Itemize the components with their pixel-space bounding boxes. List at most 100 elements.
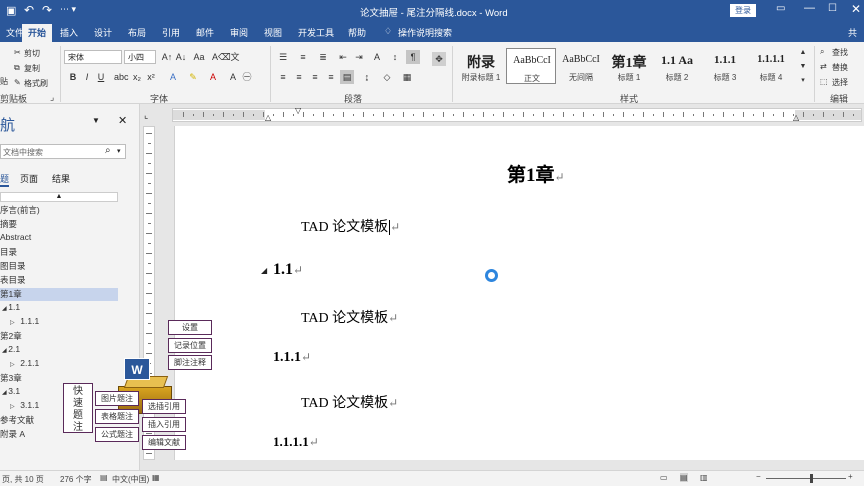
- sort-icon[interactable]: ↕: [388, 50, 402, 64]
- doc-heading-1[interactable]: 第1章↵: [507, 160, 565, 187]
- select-icon[interactable]: ⬚: [820, 77, 828, 86]
- tab-developer[interactable]: 开发工具: [298, 26, 334, 39]
- save-icon[interactable]: ▣: [6, 4, 16, 17]
- collapse-heading-icon[interactable]: ◢: [261, 266, 267, 275]
- tab-selector-icon[interactable]: ⌞: [144, 110, 148, 121]
- select-cite-button[interactable]: 选插引用: [142, 399, 186, 414]
- grow-font-icon[interactable]: A↑: [160, 50, 174, 64]
- nav-item[interactable]: ▷ 1.1.1: [0, 316, 118, 329]
- select-button[interactable]: 选择: [832, 77, 848, 88]
- nav-item[interactable]: 目录: [0, 246, 118, 259]
- bullets-icon[interactable]: ☰: [276, 50, 290, 64]
- word-count[interactable]: 276 个字: [60, 474, 92, 485]
- nav-tab-pages[interactable]: 页面: [20, 172, 38, 185]
- cut-icon[interactable]: ✂: [14, 48, 21, 57]
- format-painter-button[interactable]: 格式刷: [24, 78, 48, 89]
- expand-right-icon[interactable]: ▷: [10, 404, 16, 410]
- doc-body-2[interactable]: TAD 论文模板↵: [301, 307, 398, 327]
- style-heading-3[interactable]: 1.1.1 标题 3: [700, 48, 750, 84]
- zoom-out-icon[interactable]: −: [756, 472, 761, 481]
- borders-icon[interactable]: ▦: [400, 70, 414, 84]
- underline-icon[interactable]: U: [94, 70, 108, 84]
- chinese-layout-icon[interactable]: A: [370, 50, 384, 64]
- tab-home[interactable]: 开始: [22, 24, 53, 42]
- style-heading-1[interactable]: 第1章 标题 1: [604, 48, 654, 84]
- horizontal-ruler[interactable]: ▽ △ △: [172, 106, 862, 122]
- tab-mailings[interactable]: 邮件: [196, 26, 214, 39]
- replace-icon[interactable]: ⇄: [820, 62, 827, 71]
- hanging-indent-icon[interactable]: △: [265, 113, 271, 122]
- replace-button[interactable]: 替换: [832, 62, 848, 73]
- format-painter-icon[interactable]: ✎: [14, 78, 21, 87]
- find-button[interactable]: 查找: [832, 47, 848, 58]
- nav-collapse-bar[interactable]: ▲: [0, 192, 118, 202]
- first-line-indent-icon[interactable]: ▽: [295, 106, 301, 115]
- distributed-icon[interactable]: ▤: [340, 70, 354, 84]
- doc-body-3[interactable]: TAD 论文模板↵: [301, 392, 398, 412]
- nav-item[interactable]: 第1章: [0, 288, 118, 301]
- footnote-note-button[interactable]: 脚注注释: [168, 355, 212, 370]
- nav-item[interactable]: 摘要: [0, 218, 118, 231]
- zoom-slider-thumb[interactable]: [810, 474, 813, 483]
- proofing-icon[interactable]: ▤: [100, 473, 108, 482]
- customize-toolbar-icon[interactable]: ⋯ ▾: [60, 4, 76, 15]
- show-marks-icon[interactable]: ¶: [406, 50, 420, 64]
- web-layout-icon[interactable]: ▥: [700, 473, 708, 482]
- record-position-button[interactable]: 记录位置: [168, 338, 212, 353]
- clipboard-launcher-icon[interactable]: ⌟: [50, 92, 54, 103]
- clear-format-icon[interactable]: A⌫: [212, 50, 231, 64]
- increase-indent-icon[interactable]: ⇥: [352, 50, 366, 64]
- font-size-select[interactable]: 小四: [124, 50, 156, 64]
- paste-label-stub[interactable]: 贴: [0, 76, 8, 87]
- styles-more-icon[interactable]: ▾: [796, 74, 810, 88]
- tab-help[interactable]: 帮助: [348, 26, 366, 39]
- style-no-spacing[interactable]: AaBbCcI 无间隔: [556, 48, 606, 84]
- shrink-font-icon[interactable]: A↓: [174, 50, 188, 64]
- doc-heading-4[interactable]: 1.1.1.1↵: [273, 434, 319, 450]
- tab-insert[interactable]: 插入: [60, 26, 78, 39]
- line-spacing-icon[interactable]: ↨: [360, 70, 374, 84]
- login-button[interactable]: 登录: [730, 4, 756, 17]
- nav-item[interactable]: ◢ 1.1: [0, 302, 118, 315]
- figure-caption-button[interactable]: 图片题注: [95, 391, 139, 406]
- italic-icon[interactable]: I: [80, 70, 94, 84]
- strikethrough-icon[interactable]: abc: [114, 70, 129, 84]
- tab-design[interactable]: 设计: [94, 26, 112, 39]
- subscript-icon[interactable]: x₂: [130, 70, 144, 84]
- close-icon[interactable]: ✕: [851, 2, 861, 16]
- equation-caption-button[interactable]: 公式题注: [95, 427, 139, 442]
- minimize-icon[interactable]: —: [804, 2, 815, 14]
- bold-icon[interactable]: B: [66, 70, 80, 84]
- nav-tab-results[interactable]: 结果: [52, 172, 70, 185]
- nav-item[interactable]: 第2章: [0, 330, 118, 343]
- font-name-select[interactable]: 宋体: [64, 50, 122, 64]
- char-shading-icon[interactable]: A: [226, 70, 240, 84]
- styles-scroll-down-icon[interactable]: ▼: [796, 60, 810, 74]
- share-button[interactable]: 共: [848, 26, 857, 39]
- doc-body-1[interactable]: TAD 论文模板 ↵: [301, 216, 400, 236]
- ribbon-display-icon[interactable]: ▭: [776, 3, 785, 14]
- style-normal[interactable]: AaBbCcI 正文: [506, 48, 556, 84]
- enclose-char-icon[interactable]: ㊀: [240, 70, 254, 84]
- edit-refs-button[interactable]: 编辑文献: [142, 435, 186, 450]
- copy-button[interactable]: 复制: [24, 63, 40, 74]
- nav-item[interactable]: 第3章: [0, 372, 118, 385]
- cut-button[interactable]: 剪切: [24, 48, 40, 59]
- nav-item[interactable]: 图目录: [0, 260, 118, 273]
- redo-icon[interactable]: ↷: [42, 3, 52, 17]
- numbering-icon[interactable]: ≡: [296, 50, 310, 64]
- multilevel-icon[interactable]: ≣: [316, 50, 330, 64]
- justify-icon[interactable]: ≡: [324, 70, 338, 84]
- settings-button[interactable]: 设置: [168, 320, 212, 335]
- nav-search-box[interactable]: 文档中搜索 ⌕ ▾: [0, 144, 126, 159]
- nav-item[interactable]: ▷ 2.1.1: [0, 358, 118, 371]
- search-icon[interactable]: ⌕: [105, 145, 111, 156]
- doc-heading-2[interactable]: 1.1↵: [273, 261, 303, 279]
- nav-options-icon[interactable]: ▼: [92, 116, 100, 125]
- document-page[interactable]: 第1章↵ TAD 论文模板 ↵ ◢ 1.1↵ TAD 论文模板↵ 1.1.1↵ T…: [174, 126, 864, 460]
- style-appendix-title[interactable]: 附录 附录标题 1: [456, 48, 506, 84]
- quick-caption-button[interactable]: 快速题注: [63, 383, 93, 433]
- table-caption-button[interactable]: 表格题注: [95, 409, 139, 424]
- read-mode-icon[interactable]: ▭: [660, 473, 668, 482]
- tell-me-search[interactable]: 操作说明搜索: [398, 26, 452, 39]
